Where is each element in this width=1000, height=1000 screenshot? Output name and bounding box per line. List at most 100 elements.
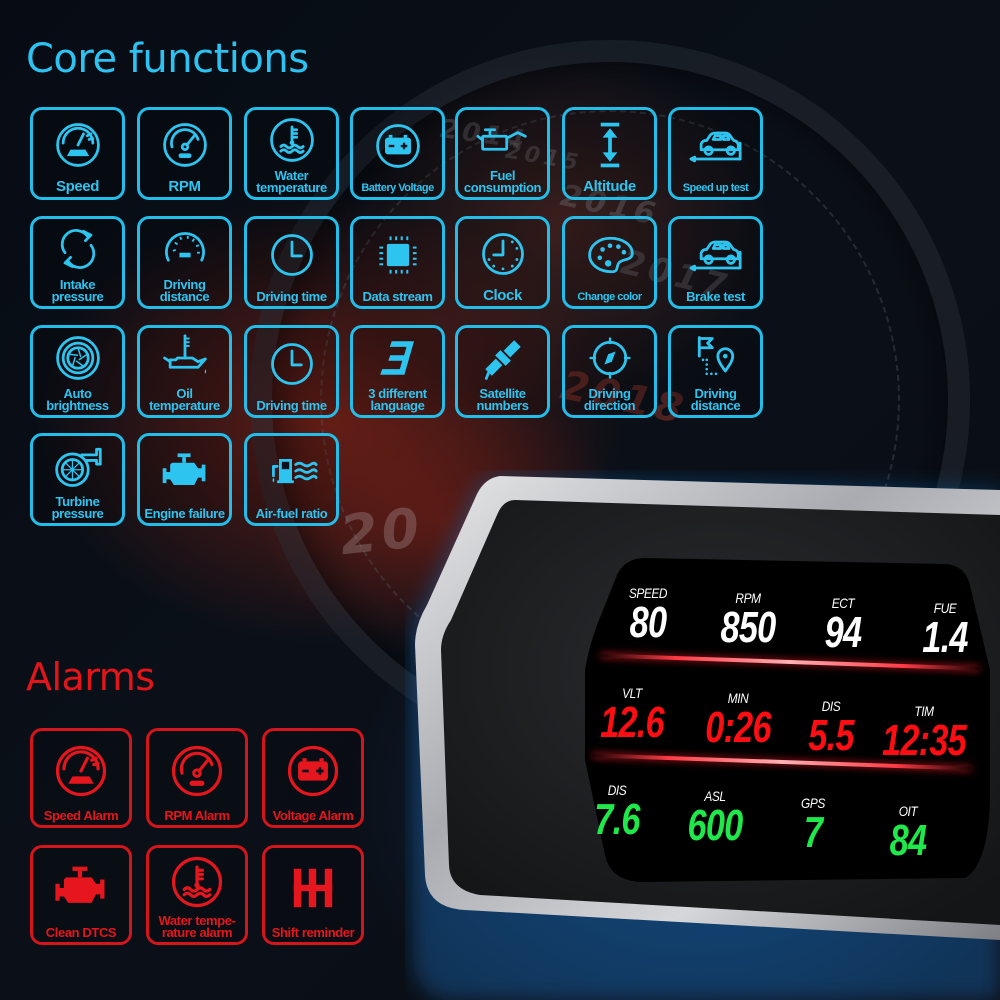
core-function-label: Auto brightness bbox=[46, 386, 109, 413]
core-function-tile[interactable]: Driving distance bbox=[137, 216, 232, 309]
hud-reading-value: 12:35 bbox=[882, 716, 967, 765]
battery-icon bbox=[353, 110, 442, 182]
alarm-label: Water tempe- rature alarm bbox=[158, 913, 236, 940]
speedometer-icon bbox=[33, 110, 122, 179]
core-function-tile[interactable]: Fuel consumption bbox=[455, 107, 550, 200]
hud-reading-value: 600 bbox=[687, 801, 744, 850]
engine-icon bbox=[33, 848, 129, 927]
core-function-tile[interactable]: Driving distance bbox=[668, 325, 763, 418]
core-function-tile[interactable]: Auto brightness bbox=[30, 325, 125, 418]
core-function-label: Driving direction bbox=[583, 386, 636, 413]
core-function-label: Oil temperature bbox=[149, 386, 220, 413]
core-function-tile[interactable]: 3 different language bbox=[350, 325, 445, 418]
core-function-label: Altitude bbox=[583, 178, 636, 195]
core-function-label: Data stream bbox=[362, 289, 433, 304]
core-function-label: Clock bbox=[483, 287, 522, 304]
core-function-tile[interactable]: Engine failure bbox=[137, 433, 232, 526]
core-function-tile[interactable]: Driving direction bbox=[562, 325, 657, 418]
alarm-label: Speed Alarm bbox=[43, 808, 119, 823]
hud-reading: VLT 12.6 bbox=[572, 685, 692, 745]
car-icon bbox=[671, 219, 760, 291]
recycle-arrows-icon bbox=[33, 219, 122, 279]
core-function-tile[interactable]: Brake test bbox=[668, 216, 763, 309]
core-function-label: Fuel consumption bbox=[463, 168, 542, 195]
core-function-label: Speed up test bbox=[682, 182, 749, 194]
clock-icon bbox=[247, 328, 336, 400]
alarm-label: Clean DTCS bbox=[45, 925, 117, 940]
altitude-arrow-icon bbox=[565, 110, 654, 179]
hud-reading: TIM 12:35 bbox=[864, 703, 984, 763]
speedometer-icon bbox=[33, 731, 129, 810]
alarm-label: Voltage Alarm bbox=[272, 808, 354, 823]
core-function-tile[interactable]: Data stream bbox=[350, 216, 445, 309]
number-three-icon bbox=[353, 328, 442, 388]
alarm-tile[interactable]: Speed Alarm bbox=[30, 728, 132, 828]
core-function-label: Satellite numbers bbox=[476, 386, 529, 413]
alarm-tile[interactable]: Voltage Alarm bbox=[262, 728, 364, 828]
core-function-tile[interactable]: Speed bbox=[30, 107, 125, 200]
clock-dots-icon bbox=[458, 219, 547, 288]
core-function-label: Driving time bbox=[256, 398, 327, 413]
alarm-tile[interactable]: RPM Alarm bbox=[146, 728, 248, 828]
core-function-tile[interactable]: Altitude bbox=[562, 107, 657, 200]
fuel-air-icon bbox=[247, 436, 336, 508]
hud-reading-value: 7 bbox=[803, 808, 823, 857]
aperture-icon bbox=[33, 328, 122, 388]
core-function-label: Speed bbox=[55, 178, 99, 195]
tachometer-icon bbox=[149, 731, 245, 810]
core-function-label: Driving time bbox=[256, 289, 327, 304]
core-function-label: Air-fuel ratio bbox=[255, 506, 328, 521]
hud-reading-value: 94 bbox=[824, 608, 862, 657]
chip-icon bbox=[353, 219, 442, 291]
turbo-icon bbox=[33, 436, 122, 496]
core-function-tile[interactable]: Air-fuel ratio bbox=[244, 433, 339, 526]
alarms-title: Alarms bbox=[26, 655, 155, 699]
tachometer-icon bbox=[140, 110, 229, 179]
engine-icon bbox=[140, 436, 229, 508]
oil-can-icon bbox=[458, 110, 547, 170]
core-functions-title: Core functions bbox=[26, 36, 309, 82]
alarm-tile[interactable]: Shift reminder bbox=[262, 845, 364, 945]
core-function-label: Change color bbox=[577, 291, 642, 303]
core-function-label: RPM bbox=[168, 178, 201, 195]
alarm-label: RPM Alarm bbox=[164, 808, 230, 823]
hud-reading-value: 1.4 bbox=[922, 613, 968, 662]
gear-shift-icon bbox=[265, 848, 361, 927]
core-function-tile[interactable]: Speed up test bbox=[668, 107, 763, 200]
oil-temperature-icon bbox=[140, 328, 229, 388]
core-function-tile[interactable]: Driving time bbox=[244, 325, 339, 418]
water-temperature-icon bbox=[247, 110, 336, 170]
core-function-label: Water temperature bbox=[256, 168, 327, 195]
core-function-tile[interactable]: Clock bbox=[455, 216, 550, 309]
core-function-tile[interactable]: Battery Voltage bbox=[350, 107, 445, 200]
core-function-tile[interactable]: Turbine pressure bbox=[30, 433, 125, 526]
satellite-icon bbox=[458, 328, 547, 388]
flag-pin-icon bbox=[671, 328, 760, 388]
clock-icon bbox=[247, 219, 336, 291]
hud-reading-value: 7.6 bbox=[594, 795, 640, 844]
hud-reading-value: 80 bbox=[629, 598, 667, 647]
core-function-tile[interactable]: Oil temperature bbox=[137, 325, 232, 418]
compass-icon bbox=[565, 328, 654, 388]
core-function-tile[interactable]: Change color bbox=[562, 216, 657, 309]
core-function-label: Intake pressure bbox=[51, 277, 104, 304]
core-function-label: Battery Voltage bbox=[361, 182, 434, 194]
alarm-tile[interactable]: Clean DTCS bbox=[30, 845, 132, 945]
core-function-tile[interactable]: Satellite numbers bbox=[455, 325, 550, 418]
core-function-tile[interactable]: Intake pressure bbox=[30, 216, 125, 309]
core-function-label: Engine failure bbox=[144, 506, 225, 521]
palette-icon bbox=[565, 219, 654, 291]
hud-reading: FUE 1.4 bbox=[885, 600, 1000, 660]
hud-reading-value: 850 bbox=[720, 603, 777, 652]
alarm-tile[interactable]: Water tempe- rature alarm bbox=[146, 845, 248, 945]
odometer-icon bbox=[140, 219, 229, 279]
core-function-label: Turbine pressure bbox=[51, 494, 104, 521]
battery-icon bbox=[265, 731, 361, 810]
core-function-tile[interactable]: RPM bbox=[137, 107, 232, 200]
core-function-tile[interactable]: Driving time bbox=[244, 216, 339, 309]
hud-reading-value: 12.6 bbox=[600, 698, 664, 747]
core-function-label: 3 different language bbox=[368, 386, 427, 413]
alarm-label: Shift reminder bbox=[271, 925, 355, 940]
core-function-label: Driving distance bbox=[690, 386, 741, 413]
core-function-tile[interactable]: Water temperature bbox=[244, 107, 339, 200]
